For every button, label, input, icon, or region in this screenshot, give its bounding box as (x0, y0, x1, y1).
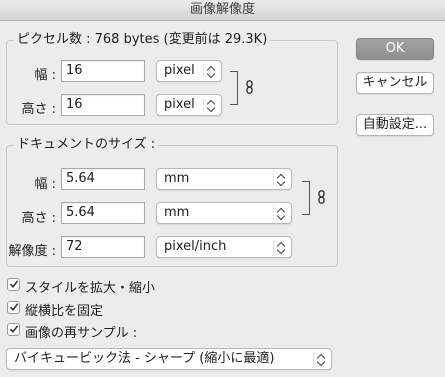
document-width-input[interactable]: 5.64 (61, 168, 145, 190)
pixel-dimensions-legend: ピクセル数 : 768 bytes (変更前は 29.3K) (17, 32, 268, 47)
document-size-legend: ドキュメントのサイズ : (17, 137, 156, 152)
chevron-up-down-icon (273, 171, 289, 187)
chevron-up-down-icon (203, 97, 219, 113)
link-chain-icon (246, 80, 253, 94)
link-chain-icon (318, 190, 325, 204)
resample-checkbox[interactable] (7, 323, 20, 336)
document-height-input[interactable]: 5.64 (61, 202, 145, 224)
pixel-height-unit-select[interactable]: pixel (156, 94, 222, 116)
checkmark-icon (9, 280, 19, 289)
scale-styles-label: スタイルを拡大・縮小 (25, 281, 156, 296)
chevron-up-down-icon (273, 239, 289, 255)
pixel-height-unit-value: pixel (164, 97, 195, 112)
ok-button[interactable]: OK (356, 38, 434, 60)
resample-label: 画像の再サンプル : (25, 326, 138, 341)
cancel-button[interactable]: キャンセル (356, 72, 434, 94)
resample-method-select[interactable]: バイキュービック法 - シャープ (縮小に最適) (6, 348, 332, 370)
document-width-unit-value: mm (164, 171, 190, 186)
pixel-width-unit-select[interactable]: pixel (156, 60, 222, 82)
document-height-unit-select[interactable]: mm (156, 202, 292, 224)
resolution-unit-select[interactable]: pixel/inch (156, 236, 292, 258)
pixel-width-unit-value: pixel (164, 63, 195, 78)
chevron-up-down-icon (313, 351, 329, 367)
pixel-height-label: 高さ : (21, 102, 56, 117)
chevron-up-down-icon (203, 63, 219, 79)
constrain-proportions-label: 縦横比を固定 (25, 304, 104, 319)
constrain-proportions-checkbox[interactable] (7, 301, 20, 314)
document-height-unit-value: mm (164, 205, 190, 220)
pixel-width-label: 幅 : (34, 68, 56, 83)
scale-styles-checkbox[interactable] (7, 278, 20, 291)
resolution-label: 解像度 : (8, 244, 56, 259)
resample-method-value: バイキュービック法 - シャープ (縮小に最適) (14, 351, 275, 366)
document-link-bracket (302, 181, 310, 215)
resolution-input[interactable]: 72 (61, 236, 145, 258)
pixel-height-input[interactable]: 16 (61, 94, 145, 116)
checkmark-icon (9, 303, 19, 312)
document-height-label: 高さ : (21, 211, 56, 226)
window-title: 画像解像度 (0, 0, 445, 21)
auto-button[interactable]: 自動設定... (356, 114, 434, 136)
document-width-unit-select[interactable]: mm (156, 168, 292, 190)
pixel-link-bracket (230, 71, 238, 105)
chevron-up-down-icon (273, 205, 289, 221)
checkmark-icon (9, 325, 19, 334)
resolution-unit-value: pixel/inch (164, 239, 227, 254)
pixel-width-input[interactable]: 16 (61, 60, 145, 82)
document-width-label: 幅 : (34, 177, 56, 192)
